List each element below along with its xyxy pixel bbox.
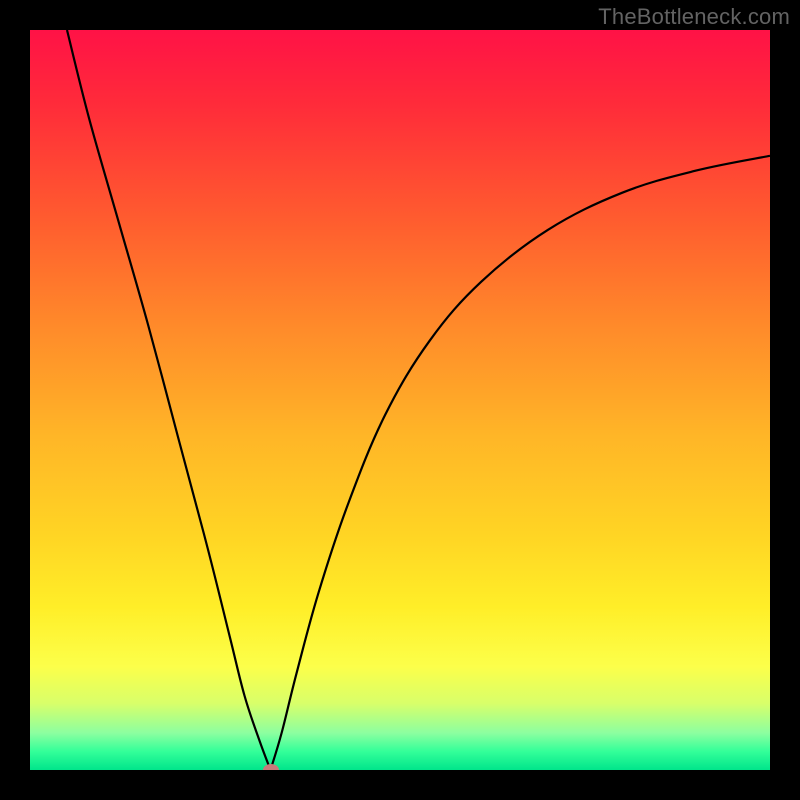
bottleneck-curve: [30, 30, 770, 770]
curve-left-branch: [67, 30, 271, 770]
minimum-marker: [263, 764, 279, 770]
plot-area: [30, 30, 770, 770]
curve-right-branch: [271, 156, 771, 770]
chart-frame: TheBottleneck.com: [0, 0, 800, 800]
watermark-text: TheBottleneck.com: [598, 4, 790, 30]
